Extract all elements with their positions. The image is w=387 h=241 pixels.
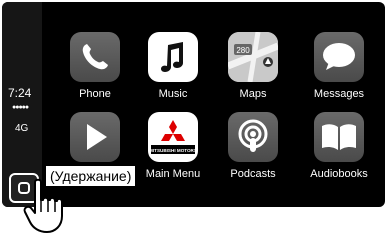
mitsubishi-logo-text: MITSUBISHI MOTORS [149, 148, 197, 153]
maps-icon: 280 [228, 32, 278, 82]
podcast-icon [228, 112, 278, 162]
app-label: Audiobooks [310, 168, 368, 180]
app-audiobooks[interactable]: Audiobooks [296, 112, 382, 180]
clock: 7:24 [8, 86, 32, 100]
speech-bubble-icon [314, 32, 364, 82]
app-messages[interactable]: Messages [296, 32, 382, 100]
app-main-menu[interactable]: MITSUBISHI MOTORS Main Menu [130, 112, 216, 180]
network-type: 4G [15, 123, 29, 134]
app-label: Main Menu [145, 168, 201, 180]
maps-route-badge: 280 [236, 46, 250, 55]
app-maps[interactable]: 280 Maps [210, 32, 296, 100]
play-icon [70, 112, 120, 162]
phone-icon [70, 32, 120, 82]
app-label: Messages [313, 88, 365, 100]
mitsubishi-logo-icon: MITSUBISHI MOTORS [148, 112, 198, 162]
pointing-hand-icon [23, 178, 63, 233]
app-podcasts[interactable]: Podcasts [210, 112, 296, 180]
app-music[interactable]: Music [130, 32, 216, 100]
open-book-icon [314, 112, 364, 162]
app-videos[interactable] [52, 112, 138, 168]
signal-strength-icon: ●●●●● [12, 104, 29, 111]
app-label: Podcasts [230, 168, 276, 180]
app-label: Maps [239, 88, 267, 100]
app-label: Phone [79, 88, 111, 100]
music-note-icon [148, 32, 198, 82]
app-label: Music [158, 88, 188, 100]
app-phone[interactable]: Phone [52, 32, 138, 100]
